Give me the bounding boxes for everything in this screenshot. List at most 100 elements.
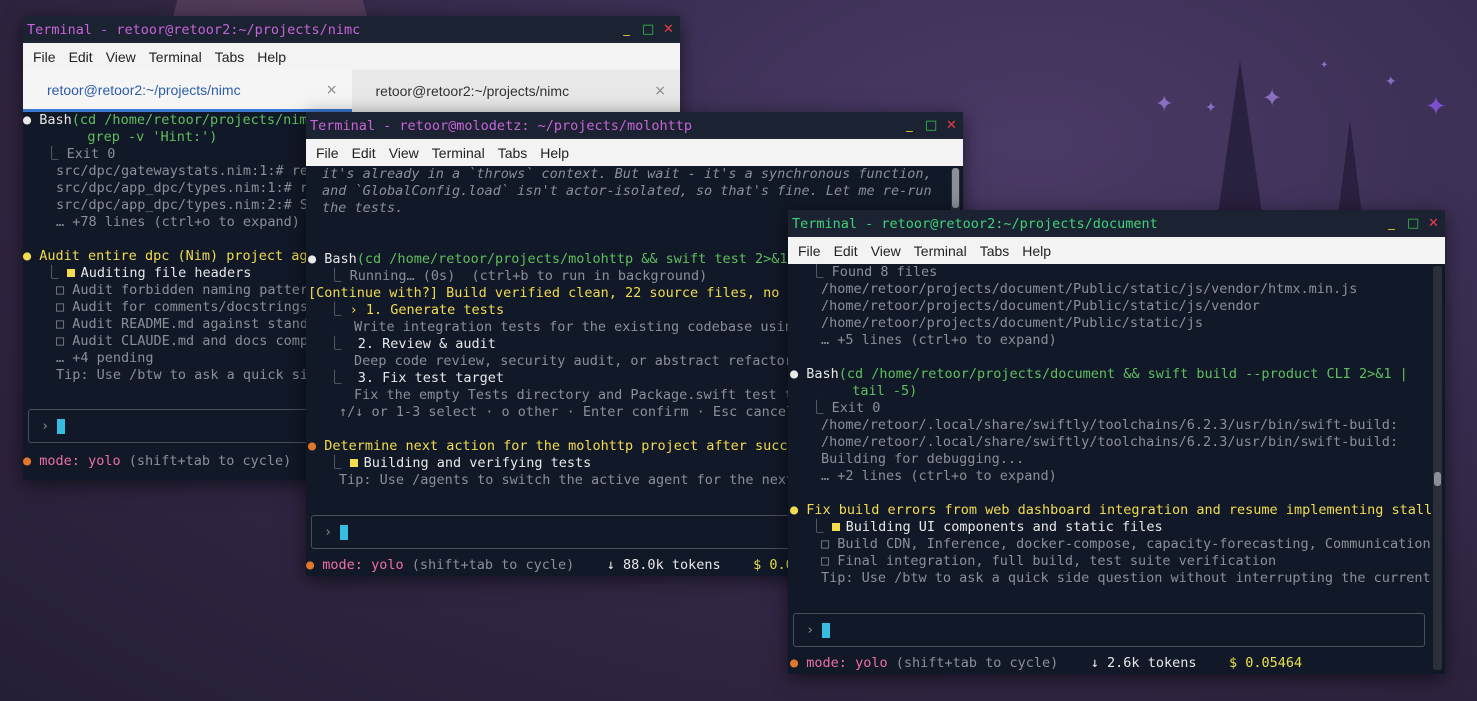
close-icon[interactable]: ✕ xyxy=(663,22,674,37)
window-title: Terminal - retoor@molodetz: ~/projects/m… xyxy=(310,117,693,134)
window-titlebar[interactable]: Terminal - retoor@retoor2:~/projects/nim… xyxy=(23,16,680,43)
expand-hint[interactable]: … +5 lines (ctrl+o to expand) xyxy=(821,332,1057,349)
option-generate-tests[interactable]: › 1. Generate tests xyxy=(350,302,504,318)
minimize-icon[interactable]: _ xyxy=(1386,216,1397,231)
maximize-icon[interactable]: □ xyxy=(925,118,937,133)
menu-edit[interactable]: Edit xyxy=(346,145,383,161)
maximize-icon[interactable]: □ xyxy=(1407,216,1419,231)
menu-help[interactable]: Help xyxy=(1016,243,1058,259)
scrollbar-thumb[interactable] xyxy=(952,168,959,208)
task-title: Determine next action for the molohttp p… xyxy=(324,438,796,454)
mode-hint: (shift+tab to cycle) xyxy=(895,655,1059,671)
output-line: /home/retoor/projects/document/Public/st… xyxy=(821,281,1358,297)
tree-branch-icon: ⎿ xyxy=(328,370,342,386)
active-task-icon xyxy=(349,459,358,467)
menu-edit[interactable]: Edit xyxy=(828,243,865,259)
minimize-icon[interactable]: _ xyxy=(621,22,632,37)
output-line: /home/retoor/.local/share/swiftly/toolch… xyxy=(821,417,1399,433)
pending-task: □ Audit forbidden naming patter xyxy=(56,282,308,298)
tree-branch-icon: ⎿ xyxy=(328,302,342,318)
active-task: Building and verifying tests xyxy=(363,455,592,471)
tab-nimc-1[interactable]: retoor@retoor2:~/projects/nimc × xyxy=(23,70,352,112)
mode-hint: (shift+tab to cycle) xyxy=(411,557,575,573)
output-line: /home/retoor/.local/share/swiftly/toolch… xyxy=(821,434,1399,450)
task-bullet-icon: ● xyxy=(790,502,799,518)
maximize-icon[interactable]: □ xyxy=(642,22,654,37)
tab-nimc-2[interactable]: retoor@retoor2:~/projects/nimc × xyxy=(352,70,681,112)
menu-tabs[interactable]: Tabs xyxy=(974,243,1017,259)
tree-branch-icon: ⎿ xyxy=(810,264,824,280)
menu-file[interactable]: File xyxy=(792,243,828,259)
menu-file[interactable]: File xyxy=(310,145,346,161)
menu-terminal[interactable]: Terminal xyxy=(908,243,974,259)
active-task: Building UI components and static files xyxy=(845,519,1163,535)
tip-text: Tip: Use /btw to ask a quick sid xyxy=(56,367,317,383)
tab-close-icon[interactable]: × xyxy=(326,82,338,98)
tab-close-icon[interactable]: × xyxy=(654,83,666,99)
menu-edit[interactable]: Edit xyxy=(63,49,100,65)
text-cursor xyxy=(340,525,348,540)
mode-dot-icon: ● xyxy=(790,655,799,671)
text-cursor xyxy=(822,623,830,638)
prompt-input[interactable]: › xyxy=(793,613,1425,647)
scrollbar[interactable] xyxy=(1433,266,1442,670)
continue-question: [Continue with?] Build verified clean, 2… xyxy=(308,285,796,301)
tab-label: retoor@retoor2:~/projects/nimc xyxy=(47,81,241,98)
menu-tabs[interactable]: Tabs xyxy=(492,145,535,161)
menu-help[interactable]: Help xyxy=(534,145,576,161)
task-title: Audit entire dpc (Nim) project ag xyxy=(39,248,308,264)
active-task-icon xyxy=(831,523,840,531)
expand-hint[interactable]: … +78 lines (ctrl+o to expand) xyxy=(56,214,300,231)
tool-command-cont: grep -v 'Hint:') xyxy=(63,129,218,145)
active-task-icon xyxy=(66,269,75,277)
tab-label: retoor@retoor2:~/projects/nimc xyxy=(375,83,570,99)
mode-dot-icon: ● xyxy=(23,453,32,469)
option-review-audit[interactable]: 2. Review & audit xyxy=(358,336,496,352)
menu-view[interactable]: View xyxy=(383,145,426,161)
output-line: /home/retoor/projects/document/Public/st… xyxy=(821,298,1260,314)
terminal-output[interactable]: ⎿ Found 8 files /home/retoor/projects/do… xyxy=(788,264,1445,674)
menu-terminal[interactable]: Terminal xyxy=(143,49,209,65)
expand-hint[interactable]: … +2 lines (ctrl+o to expand) xyxy=(821,468,1057,485)
bullet-icon: ● xyxy=(790,366,799,382)
menu-tabs[interactable]: Tabs xyxy=(209,49,252,65)
tool-name: Bash xyxy=(806,366,839,382)
window-titlebar[interactable]: Terminal - retoor@retoor2:~/projects/doc… xyxy=(788,210,1445,237)
prompt-icon: › xyxy=(41,418,50,434)
tool-name: Bash xyxy=(324,251,357,267)
output-line: Building for debugging... xyxy=(821,451,1025,467)
close-icon[interactable]: ✕ xyxy=(946,118,957,133)
option-description: Write integration tests for the existing… xyxy=(354,319,793,335)
assistant-text: and `GlobalConfig.load` isn't actor-isol… xyxy=(322,183,932,199)
bullet-icon: ● xyxy=(23,112,32,128)
terminal-window-document: Terminal - retoor@retoor2:~/projects/doc… xyxy=(788,210,1445,674)
mode-value: yolo xyxy=(371,557,404,573)
option-fix-test-target[interactable]: 3. Fix test target xyxy=(358,370,504,386)
window-titlebar[interactable]: Terminal - retoor@molodetz: ~/projects/m… xyxy=(306,112,963,139)
keyboard-hint: ↑/↓ or 1-3 select · o other · Enter conf… xyxy=(339,404,795,420)
token-count: ↓ 88.0k tokens xyxy=(606,557,721,573)
mode-dot-icon: ● xyxy=(306,557,315,573)
star-icon: ✦ xyxy=(1320,60,1329,71)
tool-command-cont: tail -5) xyxy=(836,383,918,399)
tool-command: (cd /home/retoor/projects/nimc xyxy=(71,112,316,128)
menu-view[interactable]: View xyxy=(100,49,143,65)
mode-hint: (shift+tab to cycle) xyxy=(128,453,292,469)
tool-name: Bash xyxy=(39,112,72,128)
scrollbar-thumb[interactable] xyxy=(1434,472,1441,486)
minimize-icon[interactable]: _ xyxy=(904,118,915,133)
running-status: Running… (0s) (ctrl+b to run in backgrou… xyxy=(349,268,708,284)
menubar: File Edit View Terminal Tabs Help xyxy=(23,43,680,70)
close-icon[interactable]: ✕ xyxy=(1428,216,1439,231)
token-count: ↓ 2.6k tokens xyxy=(1090,655,1197,671)
pending-task: □ Audit CLAUDE.md and docs comp xyxy=(56,333,308,349)
output-line: src/dpc/app_dpc/types.nim:1:# re xyxy=(56,180,317,196)
assistant-text: it's already in a `throws` context. But … xyxy=(322,166,932,182)
tool-command: (cd /home/retoor/projects/document && sw… xyxy=(838,366,1408,382)
menu-file[interactable]: File xyxy=(27,49,63,65)
menu-view[interactable]: View xyxy=(865,243,908,259)
menu-help[interactable]: Help xyxy=(251,49,293,65)
tree-branch-icon: ⎿ xyxy=(45,265,59,281)
menu-terminal[interactable]: Terminal xyxy=(426,145,492,161)
star-icon: ✦ xyxy=(1262,84,1283,112)
